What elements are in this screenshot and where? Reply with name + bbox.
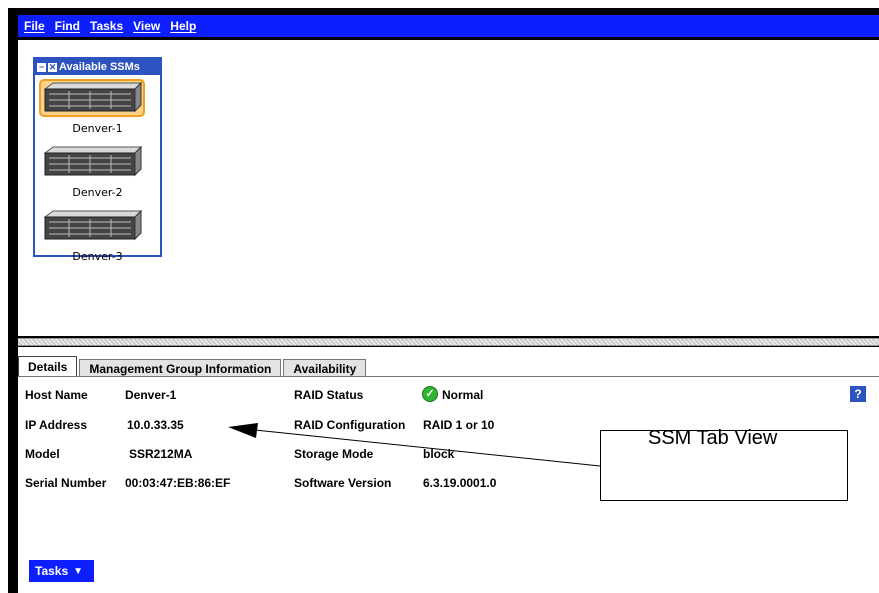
menu-bar: File Find Tasks View Help: [18, 15, 879, 37]
raid-status-label: RAID Status: [294, 388, 364, 402]
ip-address-label: IP Address: [25, 418, 88, 432]
tab-management-group-information[interactable]: Management Group Information: [79, 359, 282, 377]
storage-mode-label: Storage Mode: [294, 447, 374, 461]
storage-server-icon: [43, 145, 143, 177]
tasks-button-label: Tasks: [35, 564, 69, 578]
checkmark-status-icon: ✓: [422, 386, 438, 402]
callout-text: SSM Tab View: [648, 427, 778, 449]
raid-configuration-value: RAID 1 or 10: [423, 418, 495, 432]
ssm-label: Denver-1: [72, 122, 123, 135]
storage-server-icon: [43, 209, 143, 241]
checkbox-icon[interactable]: ✕: [48, 62, 57, 72]
menu-help[interactable]: Help: [170, 19, 196, 33]
collapse-icon[interactable]: −: [37, 62, 46, 72]
menu-view[interactable]: View: [133, 19, 160, 33]
model-label: Model: [25, 447, 60, 461]
tab-divider: [18, 376, 879, 377]
tab-bar: Details Management Group Information Ava…: [18, 356, 368, 377]
help-icon[interactable]: ?: [850, 386, 866, 402]
software-version-value: 6.3.19.0001.0: [423, 476, 497, 490]
raid-status-value: Normal: [442, 388, 484, 402]
tab-availability[interactable]: Availability: [283, 359, 367, 377]
ssm-item-denver-2[interactable]: Denver-2: [35, 141, 160, 203]
serial-number-value: 00:03:47:EB:86:EF: [125, 476, 231, 490]
model-value: SSR212MA: [129, 447, 193, 461]
available-ssms-header[interactable]: − ✕ Available SSMs: [35, 59, 160, 75]
ip-address-value: 10.0.33.35: [127, 418, 184, 432]
tasks-button[interactable]: Tasks ▼: [29, 560, 94, 582]
menu-find[interactable]: Find: [55, 19, 80, 33]
available-ssms-panel: − ✕ Available SSMs Denver-1 Denver-2 Den…: [33, 57, 162, 263]
ssm-item-denver-1[interactable]: Denver-1: [35, 77, 160, 139]
ssm-item-denver-3[interactable]: Denver-3: [35, 205, 160, 267]
serial-number-label: Serial Number: [25, 476, 107, 490]
available-ssms-title: Available SSMs: [59, 61, 140, 73]
dropdown-arrow-icon: ▼: [73, 565, 84, 577]
host-name-label: Host Name: [25, 388, 88, 402]
software-version-label: Software Version: [294, 476, 392, 490]
ssm-label: Denver-2: [72, 186, 123, 199]
menu-tasks[interactable]: Tasks: [90, 19, 123, 33]
storage-server-icon: [39, 79, 145, 117]
host-name-value: Denver-1: [125, 388, 177, 402]
menu-file[interactable]: File: [24, 19, 45, 33]
ssm-label: Denver-3: [72, 250, 123, 263]
raid-configuration-label: RAID Configuration: [294, 418, 406, 432]
storage-mode-value: block: [423, 447, 455, 461]
pane-splitter[interactable]: [18, 338, 879, 346]
tab-details[interactable]: Details: [18, 356, 78, 377]
